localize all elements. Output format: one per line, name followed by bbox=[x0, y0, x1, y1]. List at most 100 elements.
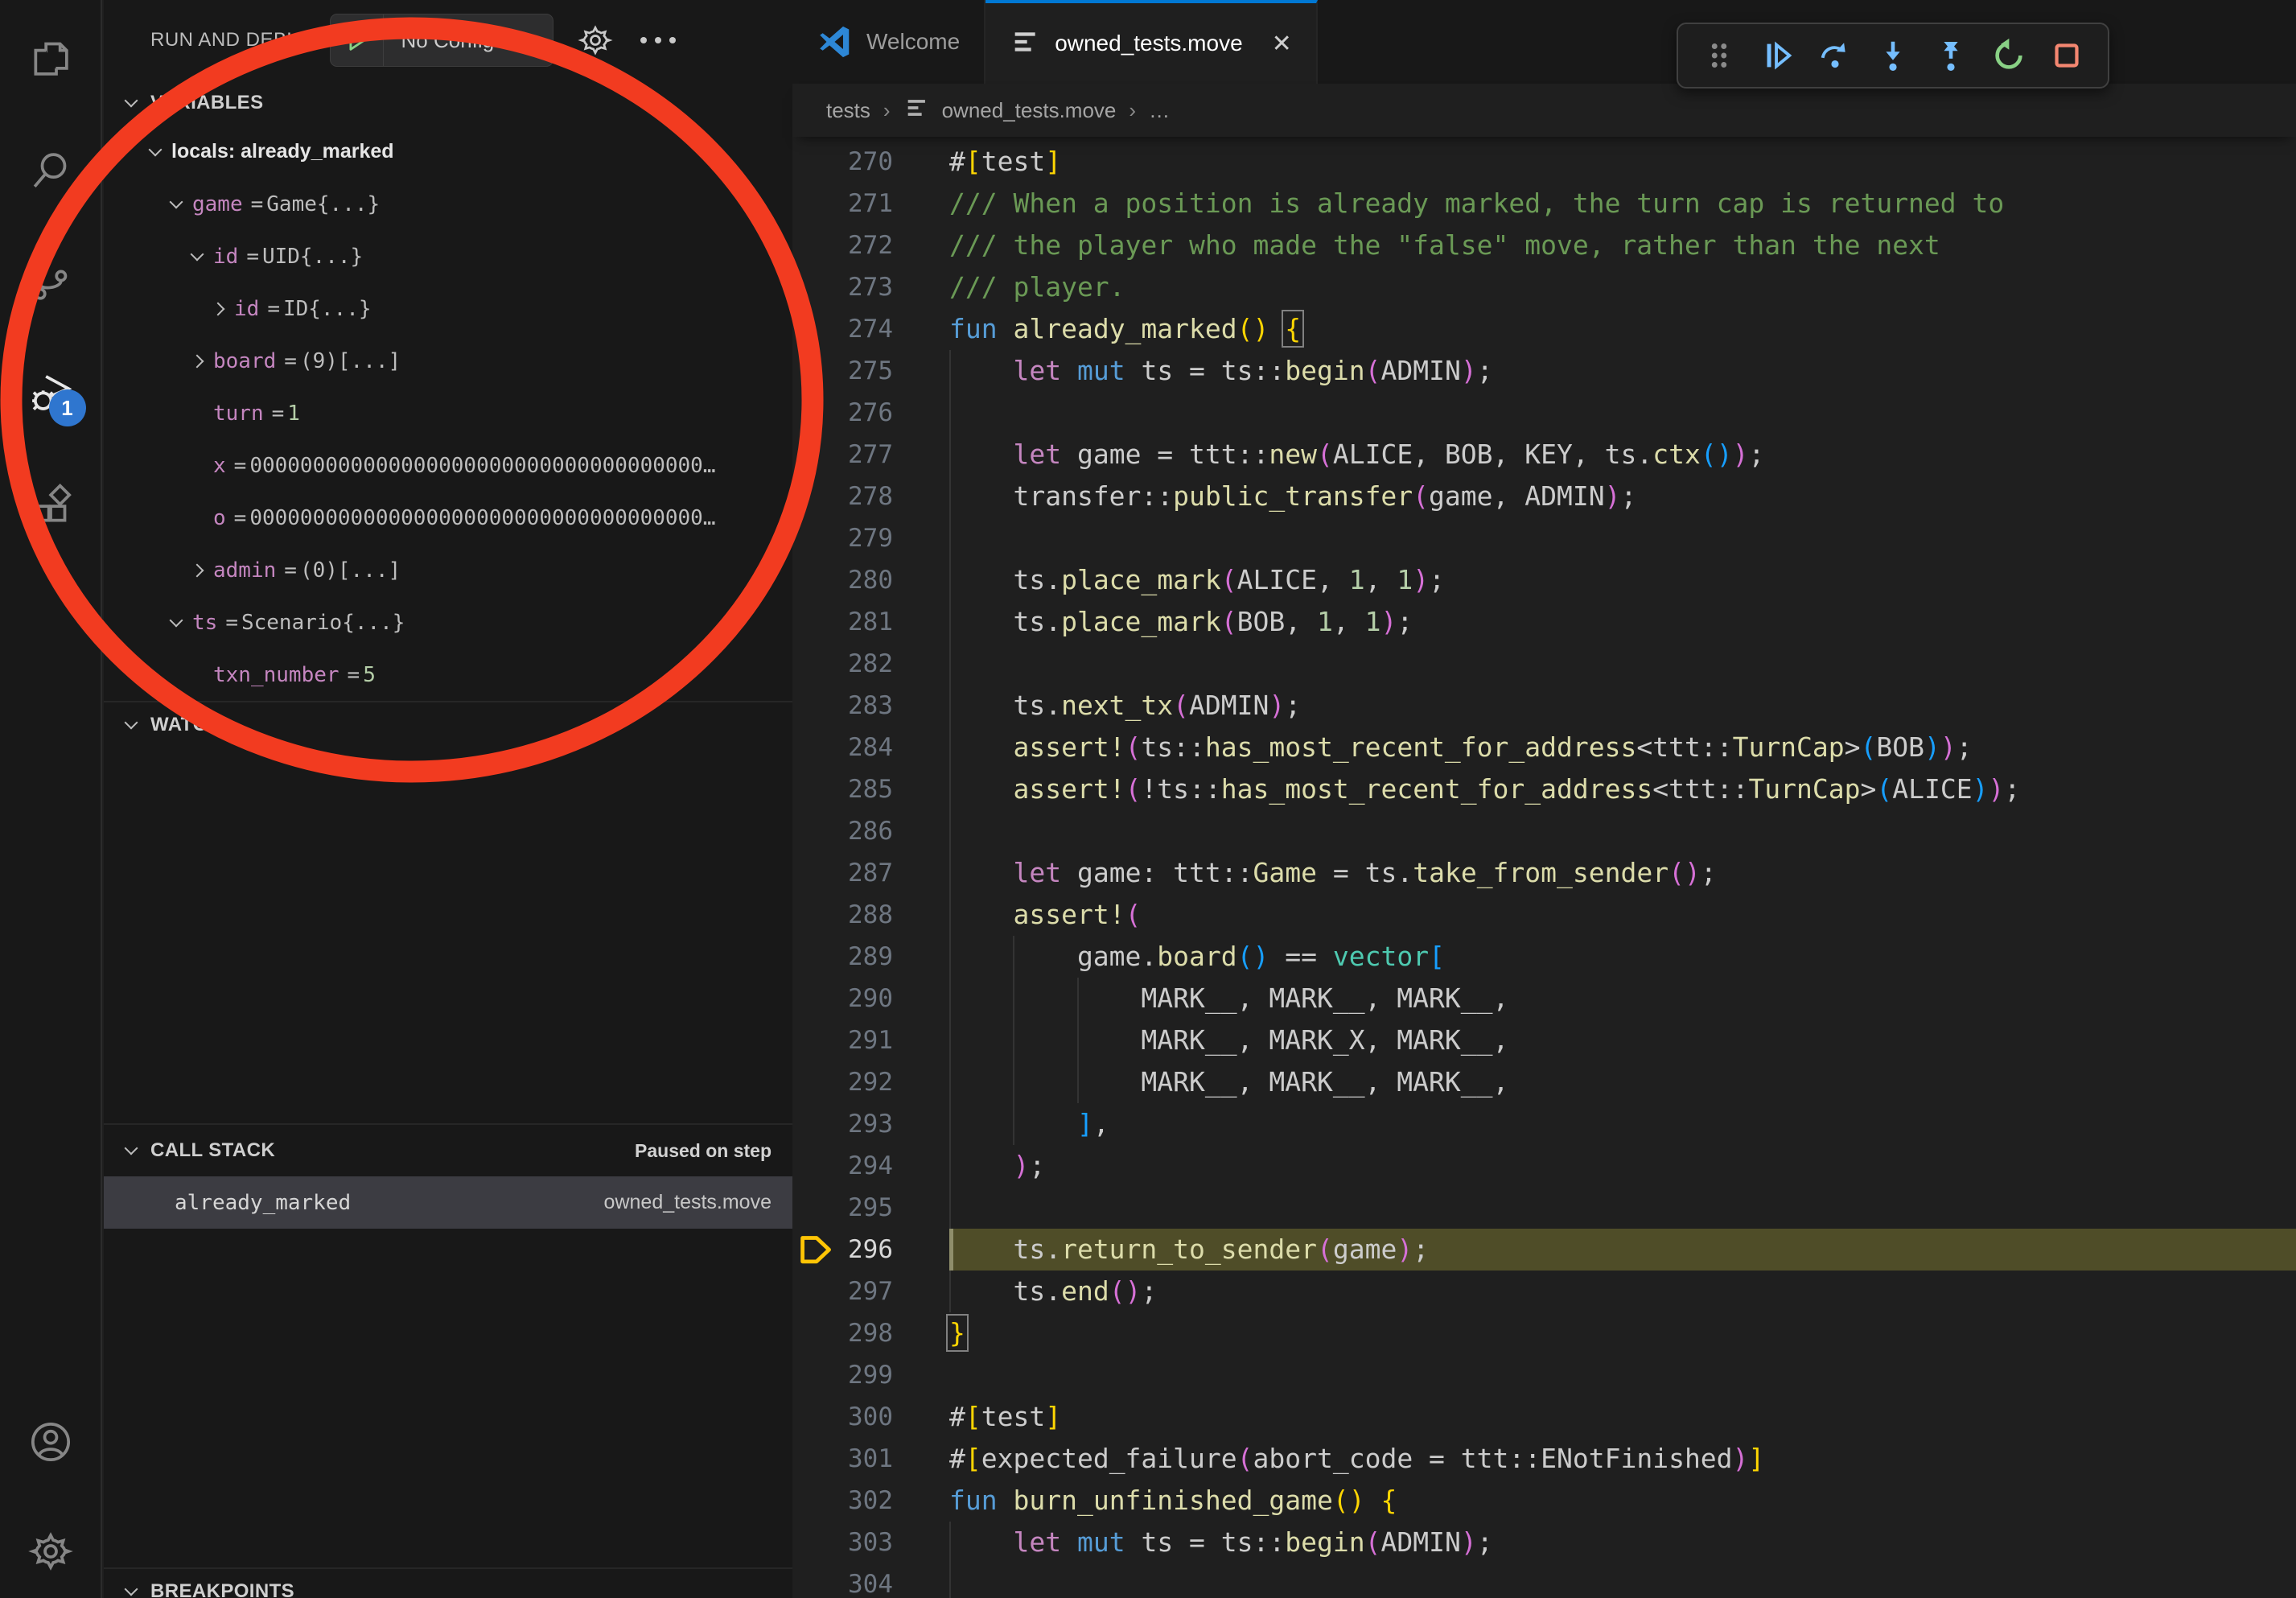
code-line[interactable]: 285 assert!(!ts::has_most_recent_for_add… bbox=[792, 768, 2296, 810]
breakpoint-gutter[interactable]: 274 bbox=[792, 308, 949, 350]
code-line[interactable]: 272/// the player who made the "false" m… bbox=[792, 224, 2296, 266]
stop-icon[interactable] bbox=[2047, 35, 2087, 76]
breakpoint-gutter[interactable]: 283 bbox=[792, 685, 949, 727]
breakpoint-gutter[interactable]: 297 bbox=[792, 1271, 949, 1312]
code-line[interactable]: 286 bbox=[792, 810, 2296, 852]
variable-row[interactable]: o=000000000000000000000000000000000000… bbox=[104, 492, 792, 544]
code-line[interactable]: 276 bbox=[792, 392, 2296, 434]
variable-row[interactable]: txn_number=5 bbox=[104, 649, 792, 701]
step-over-icon[interactable] bbox=[1815, 35, 1855, 76]
breakpoint-gutter[interactable]: 292 bbox=[792, 1061, 949, 1103]
breakpoint-gutter[interactable]: 299 bbox=[792, 1354, 949, 1396]
code-line[interactable]: 303 let mut ts = ts::begin(ADMIN); bbox=[792, 1522, 2296, 1563]
breakpoint-gutter[interactable]: 287 bbox=[792, 852, 949, 894]
chevron-down-icon[interactable] bbox=[139, 150, 171, 154]
step-out-icon[interactable] bbox=[1931, 35, 1971, 76]
code-line[interactable]: 274fun already_marked() { bbox=[792, 308, 2296, 350]
code-line[interactable]: 294 ); bbox=[792, 1145, 2296, 1187]
chevron-right-icon[interactable] bbox=[181, 356, 213, 366]
breakpoint-gutter[interactable]: 301 bbox=[792, 1438, 949, 1480]
breakpoint-gutter[interactable]: 275 bbox=[792, 350, 949, 392]
breakpoint-gutter[interactable]: 298 bbox=[792, 1312, 949, 1354]
breakpoint-gutter[interactable]: 294 bbox=[792, 1145, 949, 1187]
code-line[interactable]: 270#[test] bbox=[792, 141, 2296, 183]
breakpoint-gutter[interactable]: 279 bbox=[792, 517, 949, 559]
code-line[interactable]: 296 ts.return_to_sender(game); bbox=[792, 1229, 2296, 1271]
code-line[interactable]: 273/// player. bbox=[792, 266, 2296, 308]
variable-row[interactable]: admin=(0)[...] bbox=[104, 544, 792, 596]
code-line[interactable]: 304 bbox=[792, 1563, 2296, 1598]
step-into-icon[interactable] bbox=[1873, 35, 1913, 76]
more-actions-icon[interactable] bbox=[637, 19, 679, 61]
breakpoint-gutter[interactable]: 289 bbox=[792, 936, 949, 978]
breakpoint-gutter[interactable]: 271 bbox=[792, 183, 949, 224]
search-icon[interactable] bbox=[28, 148, 73, 193]
chevron-down-icon[interactable] bbox=[181, 254, 213, 259]
settings-gear-icon[interactable] bbox=[28, 1529, 73, 1574]
breadcrumb-item-tests[interactable]: tests bbox=[826, 98, 870, 123]
code-line[interactable]: 279 bbox=[792, 517, 2296, 559]
variable-row[interactable]: x=000000000000000000000000000000000000… bbox=[104, 439, 792, 492]
code-line[interactable]: 290 MARK__, MARK__, MARK__, bbox=[792, 978, 2296, 1019]
code-line[interactable]: 287 let game: ttt::Game = ts.take_from_s… bbox=[792, 852, 2296, 894]
variables-scope-row[interactable]: locals: already_marked bbox=[104, 126, 792, 178]
breakpoint-gutter[interactable]: 302 bbox=[792, 1480, 949, 1522]
breakpoint-gutter[interactable]: 295 bbox=[792, 1187, 949, 1229]
variable-row[interactable]: game=Game{...} bbox=[104, 178, 792, 230]
code-line[interactable]: 281 ts.place_mark(BOB, 1, 1); bbox=[792, 601, 2296, 643]
start-debug-icon[interactable] bbox=[331, 14, 384, 66]
chevron-down-icon[interactable] bbox=[160, 202, 192, 207]
call-stack-frame[interactable]: already_marked owned_tests.move bbox=[104, 1176, 792, 1229]
breakpoint-gutter[interactable]: 304 bbox=[792, 1563, 949, 1598]
code-line[interactable]: 299 bbox=[792, 1354, 2296, 1396]
breakpoint-gutter[interactable]: 280 bbox=[792, 559, 949, 601]
breakpoint-gutter[interactable]: 284 bbox=[792, 727, 949, 768]
tab-welcome[interactable]: Welcome bbox=[792, 0, 985, 84]
breadcrumb-item-file[interactable]: owned_tests.move bbox=[942, 98, 1117, 123]
code-line[interactable]: 284 assert!(ts::has_most_recent_for_addr… bbox=[792, 727, 2296, 768]
account-icon[interactable] bbox=[28, 1419, 73, 1464]
breakpoint-gutter[interactable]: 296 bbox=[792, 1229, 949, 1271]
breakpoint-gutter[interactable]: 281 bbox=[792, 601, 949, 643]
breakpoint-gutter[interactable]: 293 bbox=[792, 1103, 949, 1145]
debug-settings-gear-icon[interactable] bbox=[574, 19, 616, 61]
variable-row[interactable]: board=(9)[...] bbox=[104, 335, 792, 387]
code-line[interactable]: 275 let mut ts = ts::begin(ADMIN); bbox=[792, 350, 2296, 392]
chevron-down-icon[interactable] bbox=[160, 620, 192, 625]
breakpoint-gutter[interactable]: 286 bbox=[792, 810, 949, 852]
breakpoint-gutter[interactable]: 303 bbox=[792, 1522, 949, 1563]
code-line[interactable]: 300#[test] bbox=[792, 1396, 2296, 1438]
chevron-right-icon[interactable] bbox=[202, 304, 234, 314]
breakpoint-gutter[interactable]: 270 bbox=[792, 141, 949, 183]
explorer-icon[interactable] bbox=[28, 35, 73, 80]
breakpoint-gutter[interactable]: 276 bbox=[792, 392, 949, 434]
code-editor[interactable]: 270#[test]271/// When a position is alre… bbox=[792, 137, 2296, 1598]
code-line[interactable]: 293 ], bbox=[792, 1103, 2296, 1145]
breakpoint-gutter[interactable]: 300 bbox=[792, 1396, 949, 1438]
code-line[interactable]: 291 MARK__, MARK_X, MARK__, bbox=[792, 1019, 2296, 1061]
code-line[interactable]: 301#[expected_failure(abort_code = ttt::… bbox=[792, 1438, 2296, 1480]
code-line[interactable]: 283 ts.next_tx(ADMIN); bbox=[792, 685, 2296, 727]
breakpoint-gutter[interactable]: 277 bbox=[792, 434, 949, 476]
code-line[interactable]: 282 bbox=[792, 643, 2296, 685]
code-line[interactable]: 295 bbox=[792, 1187, 2296, 1229]
breakpoint-gutter[interactable]: 291 bbox=[792, 1019, 949, 1061]
code-line[interactable]: 302fun burn_unfinished_game() { bbox=[792, 1480, 2296, 1522]
code-line[interactable]: 298} bbox=[792, 1312, 2296, 1354]
debug-config-dropdown[interactable]: No Configur bbox=[330, 14, 554, 67]
code-line[interactable]: 271/// When a position is already marked… bbox=[792, 183, 2296, 224]
code-line[interactable]: 288 assert!( bbox=[792, 894, 2296, 936]
restart-icon[interactable] bbox=[1989, 35, 2029, 76]
drag-grip-icon[interactable] bbox=[1699, 35, 1739, 76]
code-line[interactable]: 292 MARK__, MARK__, MARK__, bbox=[792, 1061, 2296, 1103]
code-line[interactable]: 280 ts.place_mark(ALICE, 1, 1); bbox=[792, 559, 2296, 601]
watch-section-header[interactable]: WATCH bbox=[104, 702, 792, 748]
extensions-icon[interactable] bbox=[28, 483, 73, 528]
code-line[interactable]: 278 transfer::public_transfer(game, ADMI… bbox=[792, 476, 2296, 517]
breadcrumb-item-symbol[interactable]: … bbox=[1149, 98, 1170, 123]
code-line[interactable]: 297 ts.end(); bbox=[792, 1271, 2296, 1312]
variable-row[interactable]: turn=1 bbox=[104, 387, 792, 439]
breakpoint-gutter[interactable]: 278 bbox=[792, 476, 949, 517]
run-and-debug-icon[interactable]: 1 bbox=[28, 372, 73, 417]
variable-row[interactable]: id=UID{...} bbox=[104, 230, 792, 282]
